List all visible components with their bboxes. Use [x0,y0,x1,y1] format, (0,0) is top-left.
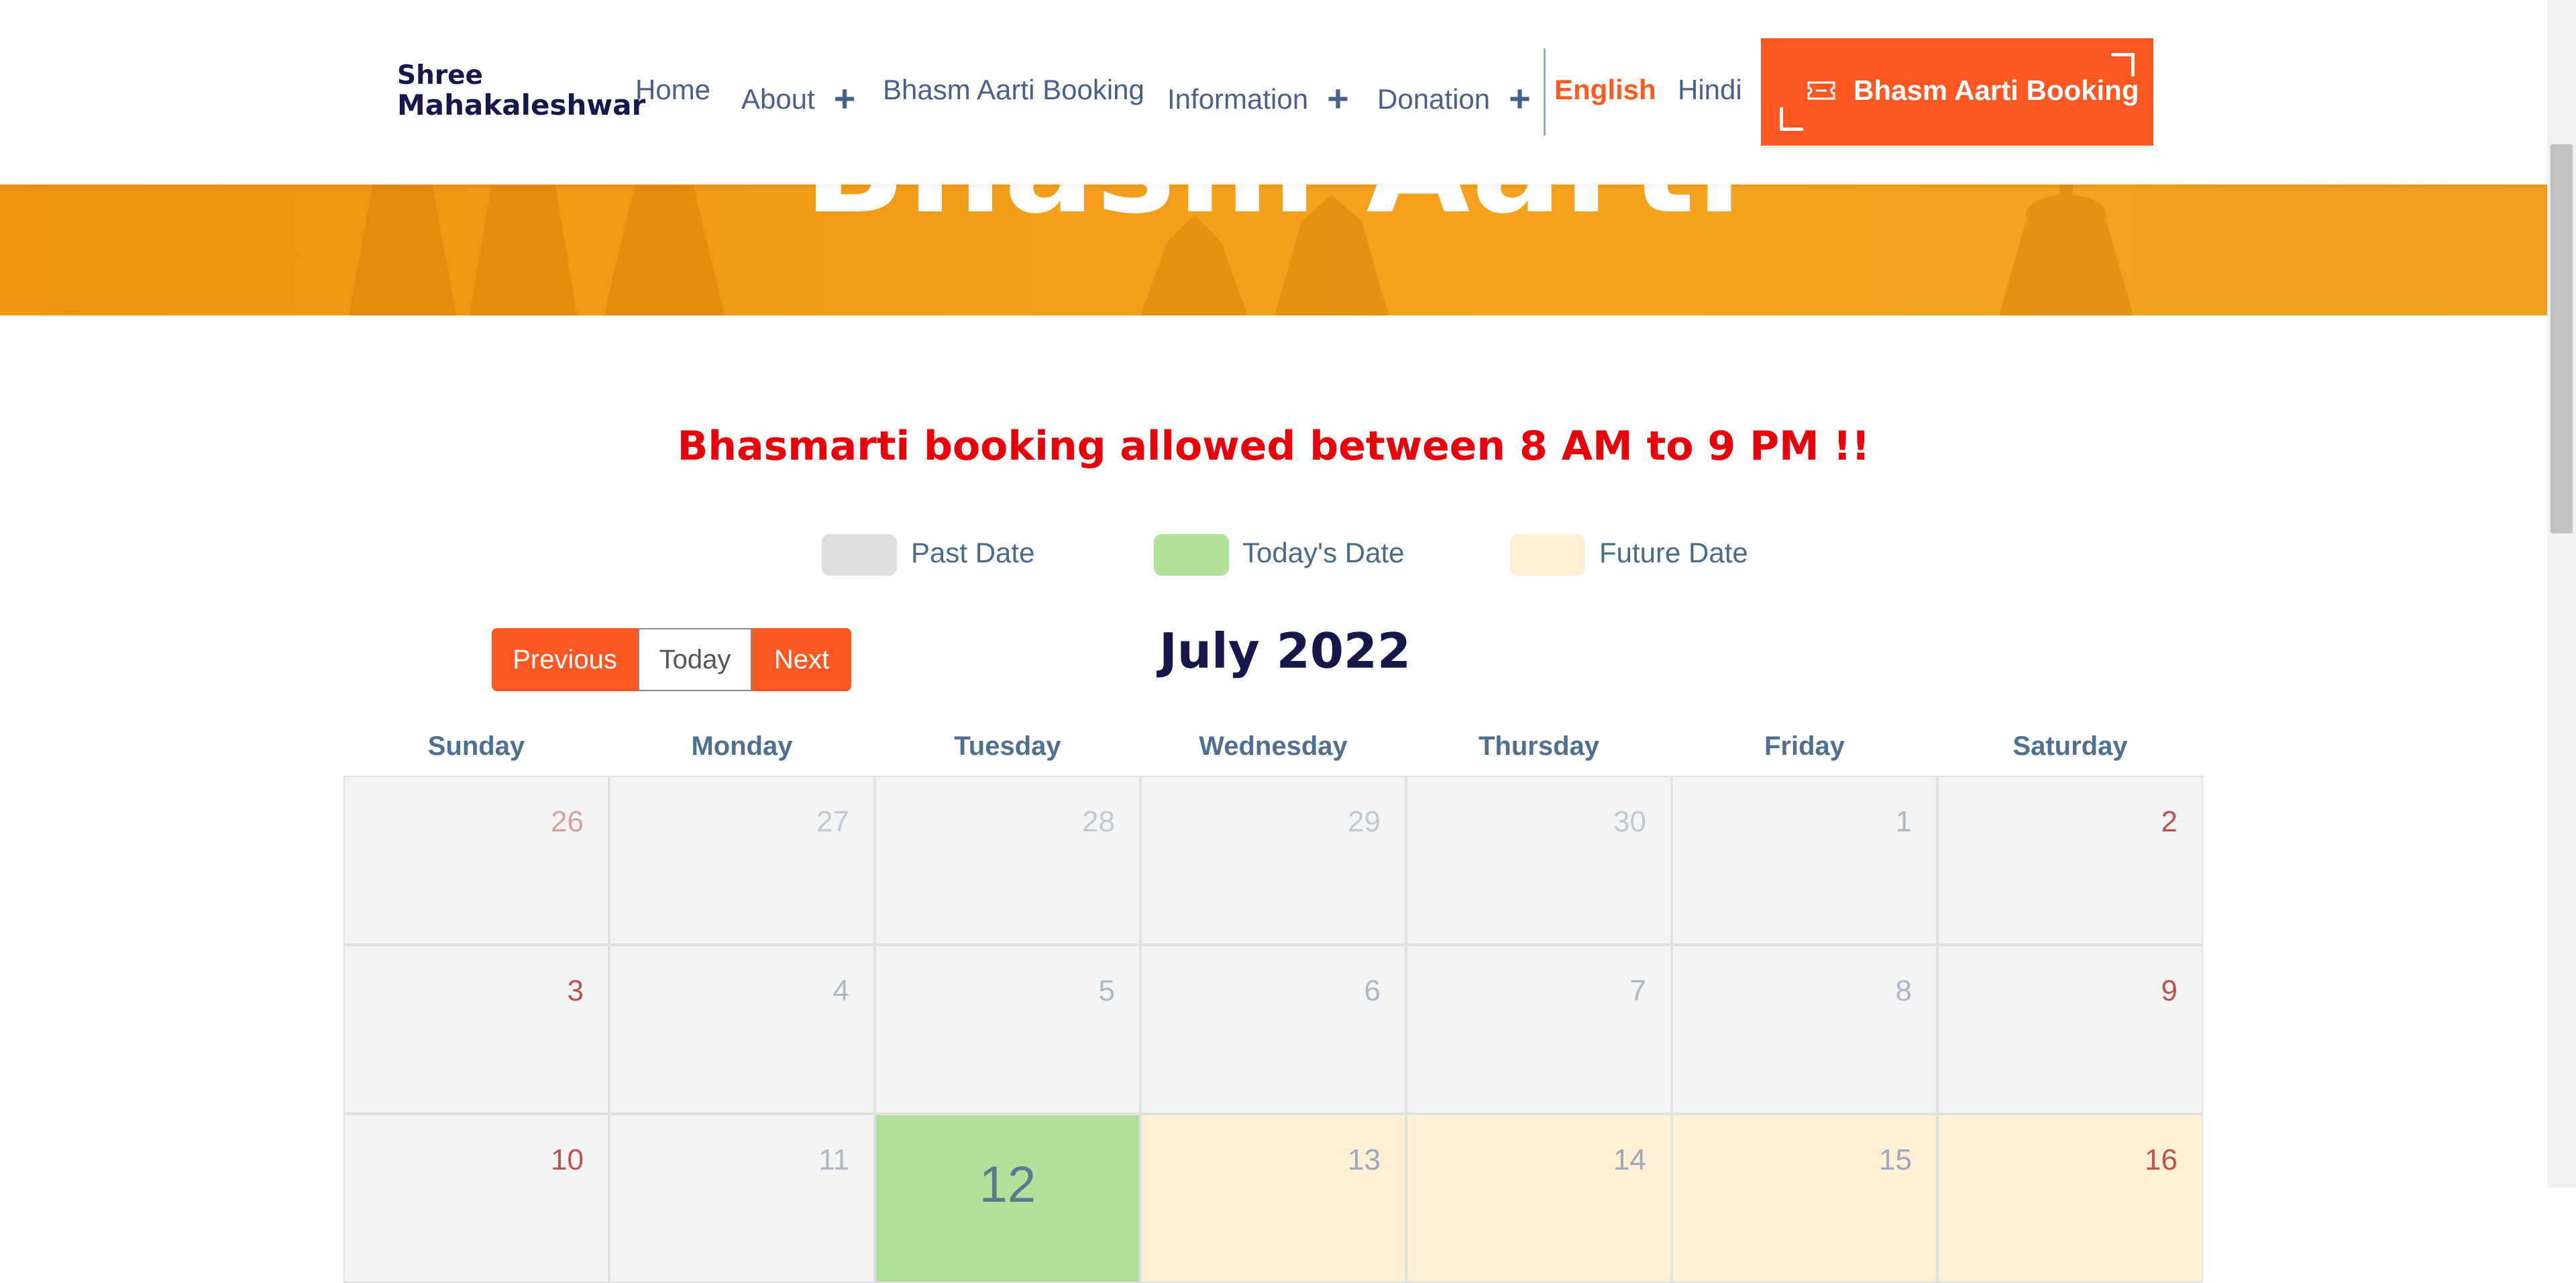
calendar-day-cell[interactable]: 11 [609,1114,875,1283]
logo-line-1: Shree [397,60,483,91]
calendar-day-cell[interactable]: 28 [875,776,1140,945]
calendar-nav-buttons: Previous Today Next [492,628,851,691]
language-hindi[interactable]: Hindi [1678,74,1742,106]
calendar-day-cell[interactable]: 5 [875,945,1140,1114]
calendar-day-cell[interactable]: 8 [1672,945,1937,1114]
page-scrollbar-thumb[interactable] [2551,144,2573,533]
nav-information-label: Information [1167,83,1309,115]
legend-swatch-past [822,534,897,576]
nav-home[interactable]: Home [635,74,710,106]
weekday-header: Thursday [1478,731,1600,761]
day-number: 16 [2145,1143,2178,1176]
day-number: 29 [1348,805,1381,838]
weekday-header: Friday [1764,731,1845,761]
calendar-day-cell[interactable]: 10 [343,1114,609,1283]
cta-label: Bhasm Aarti Booking [1854,74,2139,106]
day-number: 12 [979,1156,1036,1213]
calendar-day-cell[interactable]: 13 [1140,1114,1406,1283]
corner-decoration [2111,53,2135,76]
ticket-icon [1807,81,1835,100]
calendar-day-cell[interactable]: 3 [343,945,609,1114]
day-number: 3 [567,974,584,1007]
day-number: 4 [833,974,849,1007]
calendar-day-cell[interactable]: 15 [1672,1114,1937,1283]
calendar-day-cell[interactable]: 1 [1672,776,1937,945]
day-number: 8 [1895,974,1912,1007]
language-english[interactable]: English [1554,74,1656,106]
booking-time-notice: Bhasmarti booking allowed between 8 AM t… [677,423,1870,470]
day-number: 30 [1613,805,1646,838]
logo-line-2: Mahakaleshwar [397,89,646,121]
site-header: Shree Mahakaleshwar Home About + Bhasm Aa… [0,0,2547,185]
weekday-header: Monday [691,731,793,761]
nav-bhasm-aarti-booking-label: Bhasm Aarti Booking [883,74,1144,105]
calendar-day-cell[interactable]: 7 [1406,945,1672,1114]
day-number: 28 [1082,805,1115,838]
nav-donation-label: Donation [1377,83,1491,115]
month-title: July 2022 [1159,623,1411,679]
calendar-day-cell[interactable]: 30 [1406,776,1672,945]
calendar-today-cell[interactable]: 12 [875,1114,1140,1283]
nav-information[interactable]: Information + [1167,74,1349,119]
day-number: 26 [551,805,584,838]
weekday-header: Tuesday [954,731,1061,761]
previous-button[interactable]: Previous [492,628,638,691]
day-number: 10 [551,1143,584,1176]
weekday-header: Saturday [2012,731,2128,761]
calendar-day-cell[interactable]: 14 [1406,1114,1672,1283]
corner-decoration [1780,107,1803,131]
legend-swatch-future [1510,534,1585,576]
legend-label-future: Future Date [1599,537,1748,568]
day-number: 11 [818,1143,849,1176]
today-button[interactable]: Today [638,628,752,691]
nav-about[interactable]: About + [741,74,856,119]
bhasm-aarti-booking-button[interactable]: Bhasm Aarti Booking [1761,38,2153,146]
calendar-day-cell[interactable]: 16 [1937,1114,2203,1283]
calendar-day-cell[interactable]: 26 [343,776,609,945]
day-number: 6 [1364,974,1381,1007]
calendar-day-cell[interactable]: 2 [1937,776,2203,945]
nav-divider [1544,48,1546,136]
nav-bhasm-aarti-booking[interactable]: Bhasm Aarti Booking [883,74,1144,106]
day-number: 13 [1348,1143,1381,1176]
next-button[interactable]: Next [752,628,851,691]
weekday-header: Wednesday [1199,731,1348,761]
day-number: 5 [1098,974,1115,1007]
weekday-header: Sunday [427,731,525,761]
day-number: 9 [2161,974,2178,1007]
day-number: 14 [1613,1143,1646,1176]
day-number: 15 [1879,1143,1912,1176]
plus-icon[interactable]: + [1327,77,1349,119]
nav-donation[interactable]: Donation + [1377,74,1531,119]
calendar-day-cell[interactable]: 9 [1937,945,2203,1114]
calendar-day-cell[interactable]: 29 [1140,776,1406,945]
nav-about-label: About [741,83,815,115]
plus-icon[interactable]: + [1509,77,1531,119]
plus-icon[interactable]: + [834,77,856,119]
day-number: 2 [2161,805,2178,838]
day-number: 27 [816,805,849,838]
site-logo[interactable]: Shree Mahakaleshwar [397,62,645,121]
day-number: 1 [1895,805,1912,838]
calendar-day-cell[interactable]: 4 [609,945,875,1114]
legend-label-today: Today's Date [1242,537,1405,568]
nav-home-label: Home [635,74,711,105]
legend-label-past: Past Date [911,537,1035,568]
calendar-day-cell[interactable]: 6 [1140,945,1406,1114]
calendar-day-cell[interactable]: 27 [609,776,875,945]
day-number: 7 [1629,974,1646,1007]
legend-swatch-today [1154,534,1229,576]
